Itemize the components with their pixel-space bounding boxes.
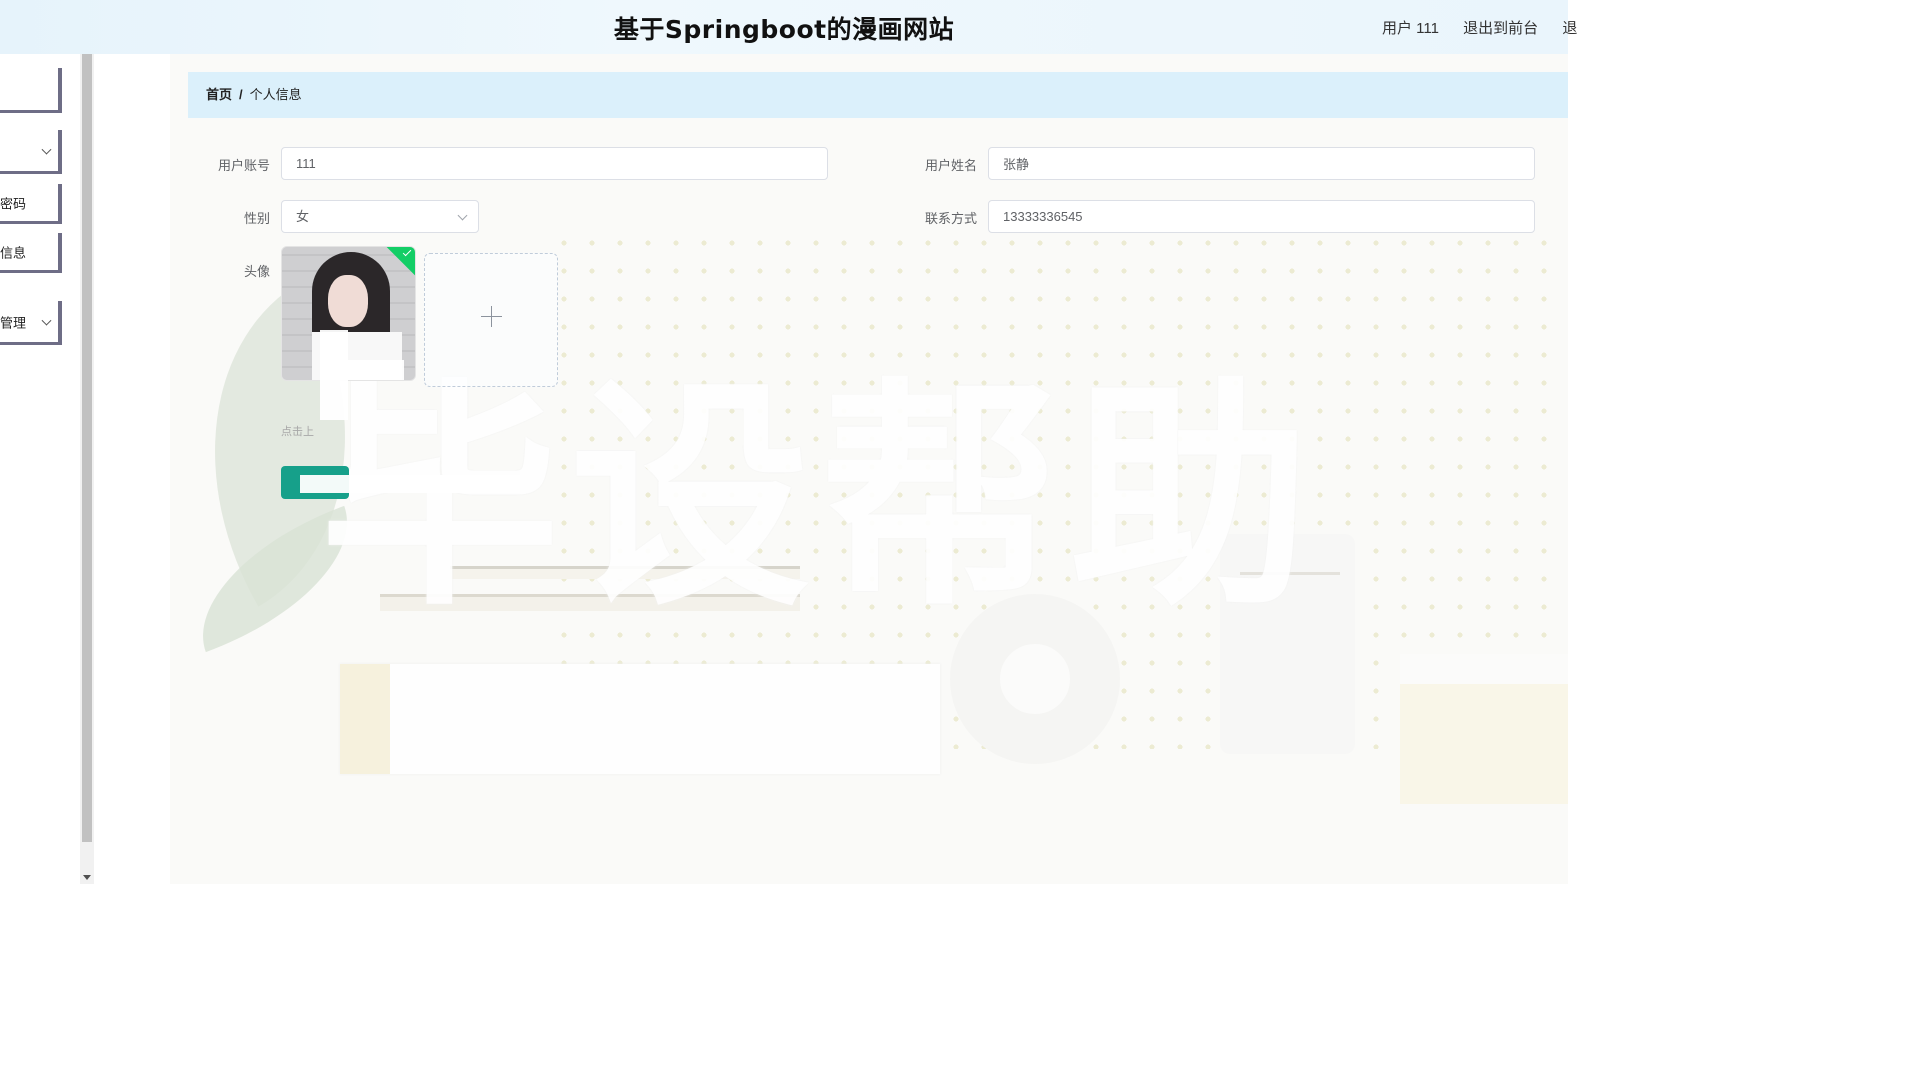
phone-label: 联系方式	[924, 211, 977, 226]
phone-input[interactable]	[988, 200, 1535, 233]
sidebar-item-label: 管理	[0, 315, 27, 330]
scroll-down-arrow-icon[interactable]	[83, 875, 91, 880]
sidebar-item-personal-info[interactable]: 信息	[0, 233, 62, 273]
sidebar-scrollbar[interactable]	[80, 54, 94, 884]
decor-block	[1400, 654, 1568, 804]
watermark-stroke	[320, 330, 348, 420]
chevron-down-icon	[41, 315, 52, 326]
avatar-face	[328, 275, 368, 327]
gender-label: 性别	[243, 211, 270, 226]
user-label[interactable]: 用户 111	[1382, 20, 1439, 37]
upload-tip: 点击上	[281, 426, 314, 438]
plus-icon	[491, 306, 493, 327]
breadcrumb-separator: /	[239, 87, 243, 102]
watermark-stroke	[348, 360, 404, 380]
avatar-label: 头像	[243, 264, 270, 279]
decor-box	[340, 664, 940, 774]
app-title: 基于Springboot的漫画网站	[613, 15, 955, 44]
breadcrumb: 首页 / 个人信息	[188, 72, 1568, 118]
sidebar-item-change-password[interactable]: 密码	[0, 184, 62, 224]
name-input[interactable]	[988, 147, 1535, 180]
sidebar: 密码 信息 管理	[0, 54, 62, 884]
gender-selected-value: 女	[296, 209, 310, 224]
avatar-upload-button[interactable]	[424, 253, 558, 387]
header-user-menu: 用户 111 退出到前台 退	[1382, 17, 1597, 38]
chevron-down-icon	[457, 210, 468, 221]
gender-select[interactable]: 女	[281, 200, 479, 233]
chevron-down-icon	[41, 144, 52, 155]
account-label: 用户账号	[217, 158, 270, 173]
exit-to-frontend-link[interactable]: 退出到前台	[1463, 20, 1538, 37]
scrollbar-thumb[interactable]	[82, 54, 92, 842]
sidebar-item-label: 密码	[0, 196, 27, 211]
sidebar-item-management[interactable]: 管理	[0, 301, 62, 345]
breadcrumb-current: 个人信息	[249, 87, 302, 102]
top-header: 基于Springboot的漫画网站 用户 111 退出到前台 退	[0, 0, 1577, 54]
name-label: 用户姓名	[924, 158, 977, 173]
watermark-stroke	[300, 475, 520, 493]
account-input[interactable]	[281, 147, 828, 180]
logout-link[interactable]: 退	[1562, 20, 1577, 37]
sidebar-item-personal-center[interactable]	[0, 130, 62, 174]
sidebar-item-home[interactable]	[0, 68, 62, 113]
breadcrumb-home[interactable]: 首页	[206, 87, 232, 102]
sidebar-item-label: 信息	[0, 245, 27, 260]
